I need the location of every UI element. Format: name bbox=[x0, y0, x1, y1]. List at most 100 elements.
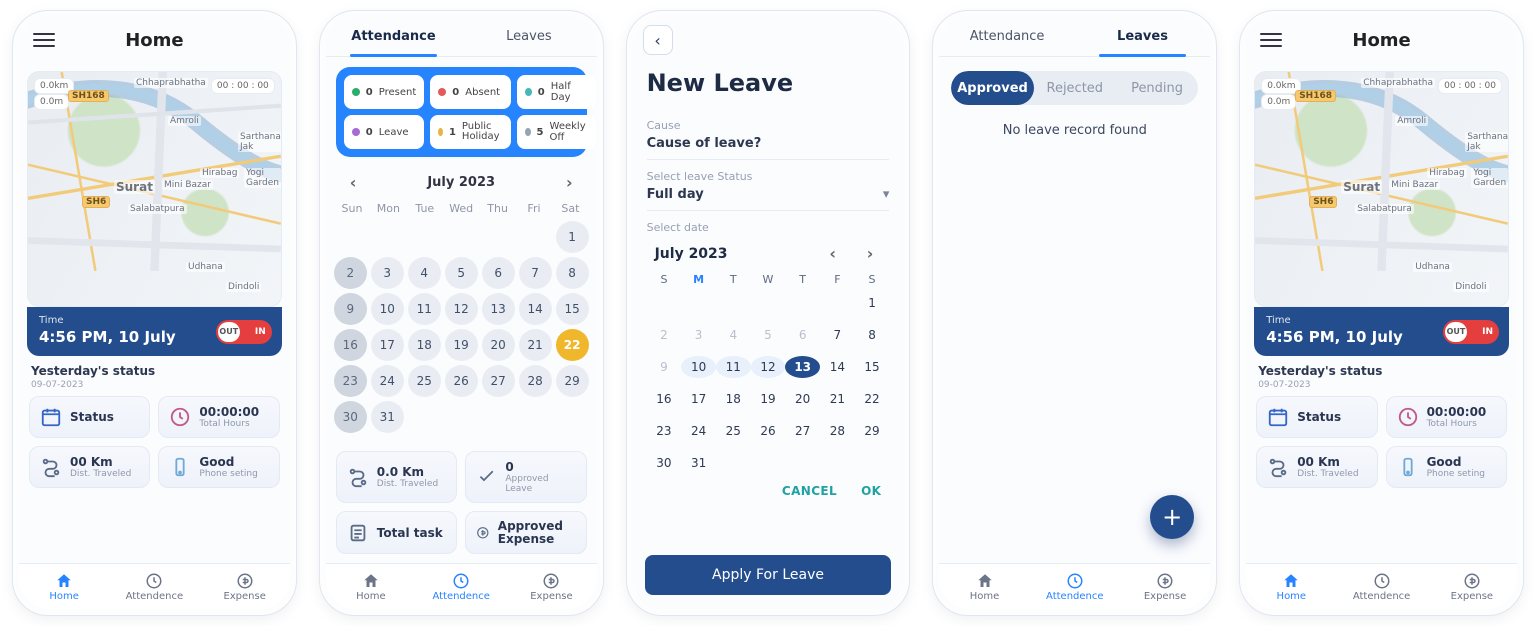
calendar-day[interactable]: 19 bbox=[445, 329, 478, 361]
calendar-day[interactable]: 28 bbox=[519, 365, 552, 397]
tab-attendance[interactable]: Attendance bbox=[326, 17, 461, 56]
calendar-day[interactable]: 2 bbox=[334, 257, 367, 289]
calendar-day[interactable]: 14 bbox=[519, 293, 552, 325]
add-leave-fab[interactable]: + bbox=[1150, 495, 1194, 539]
mini-calendar-day[interactable]: 7 bbox=[820, 324, 855, 346]
mini-calendar-day[interactable]: 31 bbox=[681, 452, 716, 474]
calendar-day[interactable]: 27 bbox=[482, 365, 515, 397]
mini-calendar-day[interactable]: 28 bbox=[820, 420, 855, 442]
calendar-day[interactable]: 25 bbox=[408, 365, 441, 397]
cal-next-icon[interactable]: › bbox=[558, 169, 581, 196]
calendar-day[interactable]: 29 bbox=[556, 365, 589, 397]
calendar-day[interactable]: 8 bbox=[556, 257, 589, 289]
nav-expense[interactable]: Expense bbox=[1427, 572, 1517, 602]
mini-calendar-day[interactable]: 13 bbox=[785, 356, 820, 378]
calendar-day[interactable]: 16 bbox=[334, 329, 367, 361]
calendar-day[interactable]: 5 bbox=[445, 257, 478, 289]
mini-calendar-day[interactable]: 6 bbox=[785, 324, 820, 346]
mini-calendar-day[interactable]: 14 bbox=[820, 356, 855, 378]
calendar-day[interactable]: 10 bbox=[371, 293, 404, 325]
back-button[interactable]: ‹ bbox=[643, 25, 673, 55]
mini-calendar-day[interactable]: 4 bbox=[716, 324, 751, 346]
seg-rejected[interactable]: Rejected bbox=[1034, 71, 1116, 105]
mini-calendar-day[interactable]: 9 bbox=[647, 356, 682, 378]
nav-attendance[interactable]: Attendence bbox=[109, 572, 199, 602]
calendar-day[interactable]: 1 bbox=[556, 221, 589, 253]
punch-toggle[interactable]: OUT IN bbox=[1443, 320, 1499, 344]
mini-calendar-day[interactable]: 3 bbox=[681, 324, 716, 346]
calendar-day[interactable]: 18 bbox=[408, 329, 441, 361]
card-status[interactable]: Status bbox=[1256, 396, 1377, 438]
mini-calendar-day[interactable]: 20 bbox=[785, 388, 820, 410]
mini-calendar-day[interactable]: 30 bbox=[647, 452, 682, 474]
cause-input[interactable]: Cause of leave? bbox=[647, 132, 890, 160]
punch-toggle[interactable]: OUT IN bbox=[216, 320, 272, 344]
card-distance[interactable]: 0.0 KmDist. Traveled bbox=[336, 451, 457, 503]
nav-attendance[interactable]: Attendence bbox=[1336, 572, 1426, 602]
calendar-day[interactable]: 22 bbox=[556, 329, 589, 361]
mini-calendar-day[interactable]: 16 bbox=[647, 388, 682, 410]
calendar-day[interactable]: 17 bbox=[371, 329, 404, 361]
mini-calendar-day[interactable]: 12 bbox=[751, 356, 786, 378]
calendar-day[interactable]: 20 bbox=[482, 329, 515, 361]
card-status[interactable]: Status bbox=[29, 396, 150, 438]
calendar-day[interactable]: 31 bbox=[371, 401, 404, 433]
tab-leaves[interactable]: Leaves bbox=[1075, 17, 1210, 56]
mini-calendar-day[interactable]: 27 bbox=[785, 420, 820, 442]
card-approved-leave[interactable]: 0Approved Leave bbox=[465, 451, 586, 503]
calendar-day[interactable]: 4 bbox=[408, 257, 441, 289]
card-total-task[interactable]: Total task bbox=[336, 511, 457, 554]
mini-calendar-day[interactable]: 5 bbox=[751, 324, 786, 346]
calendar-day[interactable]: 30 bbox=[334, 401, 367, 433]
card-distance[interactable]: 00 KmDist. Traveled bbox=[29, 446, 150, 488]
mini-calendar-day[interactable]: 24 bbox=[681, 420, 716, 442]
mini-calendar-day[interactable]: 1 bbox=[855, 292, 890, 314]
calendar-day[interactable]: 12 bbox=[445, 293, 478, 325]
mini-calendar-day[interactable]: 19 bbox=[751, 388, 786, 410]
nav-home[interactable]: Home bbox=[939, 572, 1029, 602]
map[interactable]: 0.0km 0.0m 00 : 00 : 00 SH168 SH6 Amroli… bbox=[27, 71, 282, 307]
mini-calendar-day[interactable]: 18 bbox=[716, 388, 751, 410]
nav-home[interactable]: Home bbox=[1246, 572, 1336, 602]
menu-icon[interactable] bbox=[33, 29, 55, 51]
mini-calendar-day[interactable]: 25 bbox=[716, 420, 751, 442]
mini-calendar-day[interactable]: 17 bbox=[681, 388, 716, 410]
calendar-day[interactable]: 15 bbox=[556, 293, 589, 325]
card-total-hours[interactable]: 00:00:00Total Hours bbox=[1386, 396, 1507, 438]
mini-prev-icon[interactable]: ‹ bbox=[821, 240, 844, 267]
menu-icon[interactable] bbox=[1260, 29, 1282, 51]
nav-expense[interactable]: Expense bbox=[200, 572, 290, 602]
calendar-day[interactable]: 3 bbox=[371, 257, 404, 289]
mini-calendar-day[interactable]: 22 bbox=[855, 388, 890, 410]
card-distance[interactable]: 00 KmDist. Traveled bbox=[1256, 446, 1377, 488]
apply-leave-button[interactable]: Apply For Leave bbox=[645, 555, 892, 595]
nav-attendance[interactable]: Attendence bbox=[416, 572, 506, 602]
calendar-day[interactable]: 13 bbox=[482, 293, 515, 325]
nav-home[interactable]: Home bbox=[19, 572, 109, 602]
map[interactable]: 0.0km 0.0m 00 : 00 : 00 SH168 SH6 Amroli… bbox=[1254, 71, 1509, 307]
tab-attendance[interactable]: Attendance bbox=[939, 17, 1074, 56]
nav-attendance[interactable]: Attendence bbox=[1030, 572, 1120, 602]
card-total-hours[interactable]: 00:00:00Total Hours bbox=[158, 396, 279, 438]
cal-prev-icon[interactable]: ‹ bbox=[342, 169, 365, 196]
mini-calendar-day[interactable]: 29 bbox=[855, 420, 890, 442]
mini-calendar-day[interactable]: 8 bbox=[855, 324, 890, 346]
mini-calendar-day[interactable]: 26 bbox=[751, 420, 786, 442]
ok-button[interactable]: OK bbox=[861, 484, 881, 498]
nav-expense[interactable]: Expense bbox=[506, 572, 596, 602]
mini-calendar-day[interactable]: 10 bbox=[681, 356, 716, 378]
tab-leaves[interactable]: Leaves bbox=[461, 17, 596, 56]
mini-calendar-day[interactable]: 11 bbox=[716, 356, 751, 378]
mini-calendar-day[interactable]: 2 bbox=[647, 324, 682, 346]
nav-home[interactable]: Home bbox=[326, 572, 416, 602]
calendar-day[interactable]: 21 bbox=[519, 329, 552, 361]
calendar-day[interactable]: 6 bbox=[482, 257, 515, 289]
calendar-day[interactable]: 11 bbox=[408, 293, 441, 325]
cancel-button[interactable]: CANCEL bbox=[782, 484, 837, 498]
mini-calendar-day[interactable]: 21 bbox=[820, 388, 855, 410]
calendar-day[interactable]: 26 bbox=[445, 365, 478, 397]
status-select[interactable]: Full day ▾ bbox=[647, 183, 890, 211]
card-phone-setting[interactable]: GoodPhone seting bbox=[158, 446, 279, 488]
card-phone-setting[interactable]: GoodPhone seting bbox=[1386, 446, 1507, 488]
seg-approved[interactable]: Approved bbox=[951, 71, 1033, 105]
